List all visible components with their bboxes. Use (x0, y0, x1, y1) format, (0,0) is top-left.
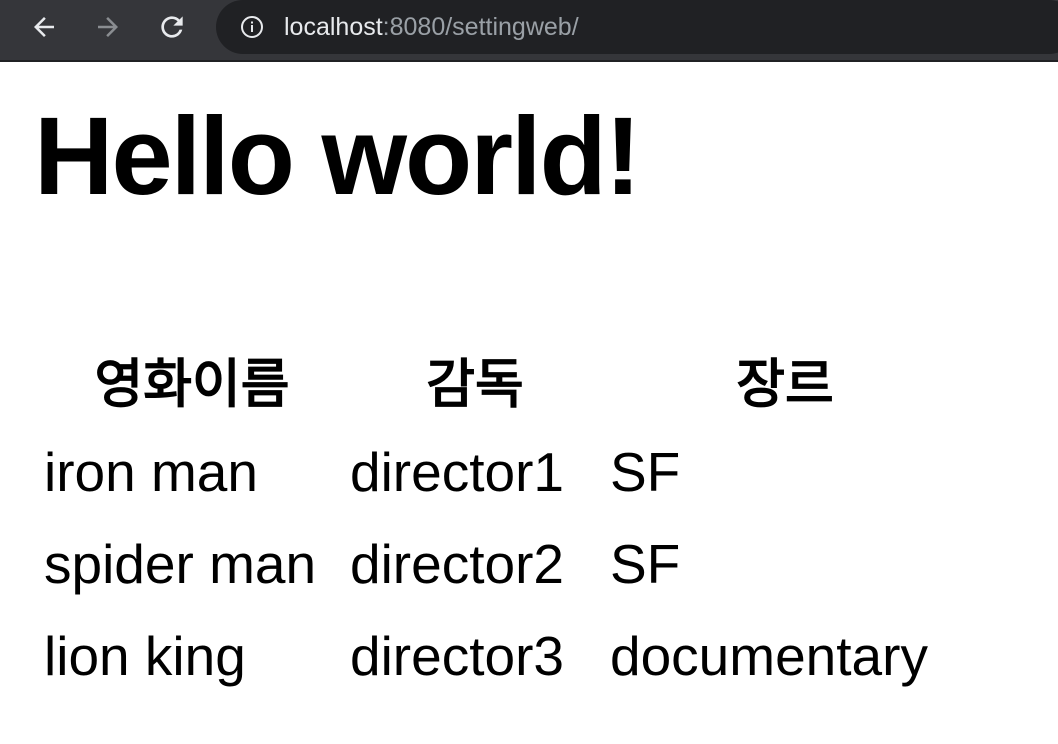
cell-movie-name: lion king (44, 625, 246, 687)
back-button[interactable] (26, 9, 62, 45)
column-header-movie-name: 영화이름 (94, 354, 290, 415)
reload-icon (161, 16, 183, 38)
back-arrow-icon (34, 17, 54, 37)
cell-director: director2 (350, 533, 564, 595)
url-host: localhost (284, 13, 383, 41)
address-bar[interactable]: localhost:8080/settingweb/ (216, 0, 1058, 54)
forward-button[interactable] (90, 9, 126, 45)
cell-director: director1 (350, 441, 564, 503)
cell-movie-name: iron man (44, 441, 258, 503)
column-header-director: 감독 (426, 354, 524, 415)
column-header-genre: 장르 (736, 354, 834, 415)
browser-toolbar: localhost:8080/settingweb/ (0, 0, 1058, 62)
reload-button[interactable] (154, 9, 190, 45)
page-title: Hello world! (34, 95, 641, 218)
movie-table: 영화이름 감독 장르 iron man director1 SF spider … (34, 334, 970, 702)
url-path: :8080/settingweb/ (382, 13, 579, 41)
table-row: spider man director2 SF (44, 518, 960, 610)
table-row: iron man director1 SF (44, 426, 960, 518)
cell-genre: documentary (610, 625, 928, 687)
cell-genre: SF (610, 533, 681, 595)
forward-arrow-icon (98, 17, 118, 37)
cell-movie-name: spider man (44, 533, 317, 595)
info-icon[interactable] (240, 15, 264, 39)
cell-director: director3 (350, 625, 564, 687)
table-row: lion king director3 documentary (44, 610, 960, 702)
url-text[interactable]: localhost:8080/settingweb/ (284, 12, 579, 42)
cell-genre: SF (610, 441, 681, 503)
table-header-row: 영화이름 감독 장르 (44, 334, 960, 426)
